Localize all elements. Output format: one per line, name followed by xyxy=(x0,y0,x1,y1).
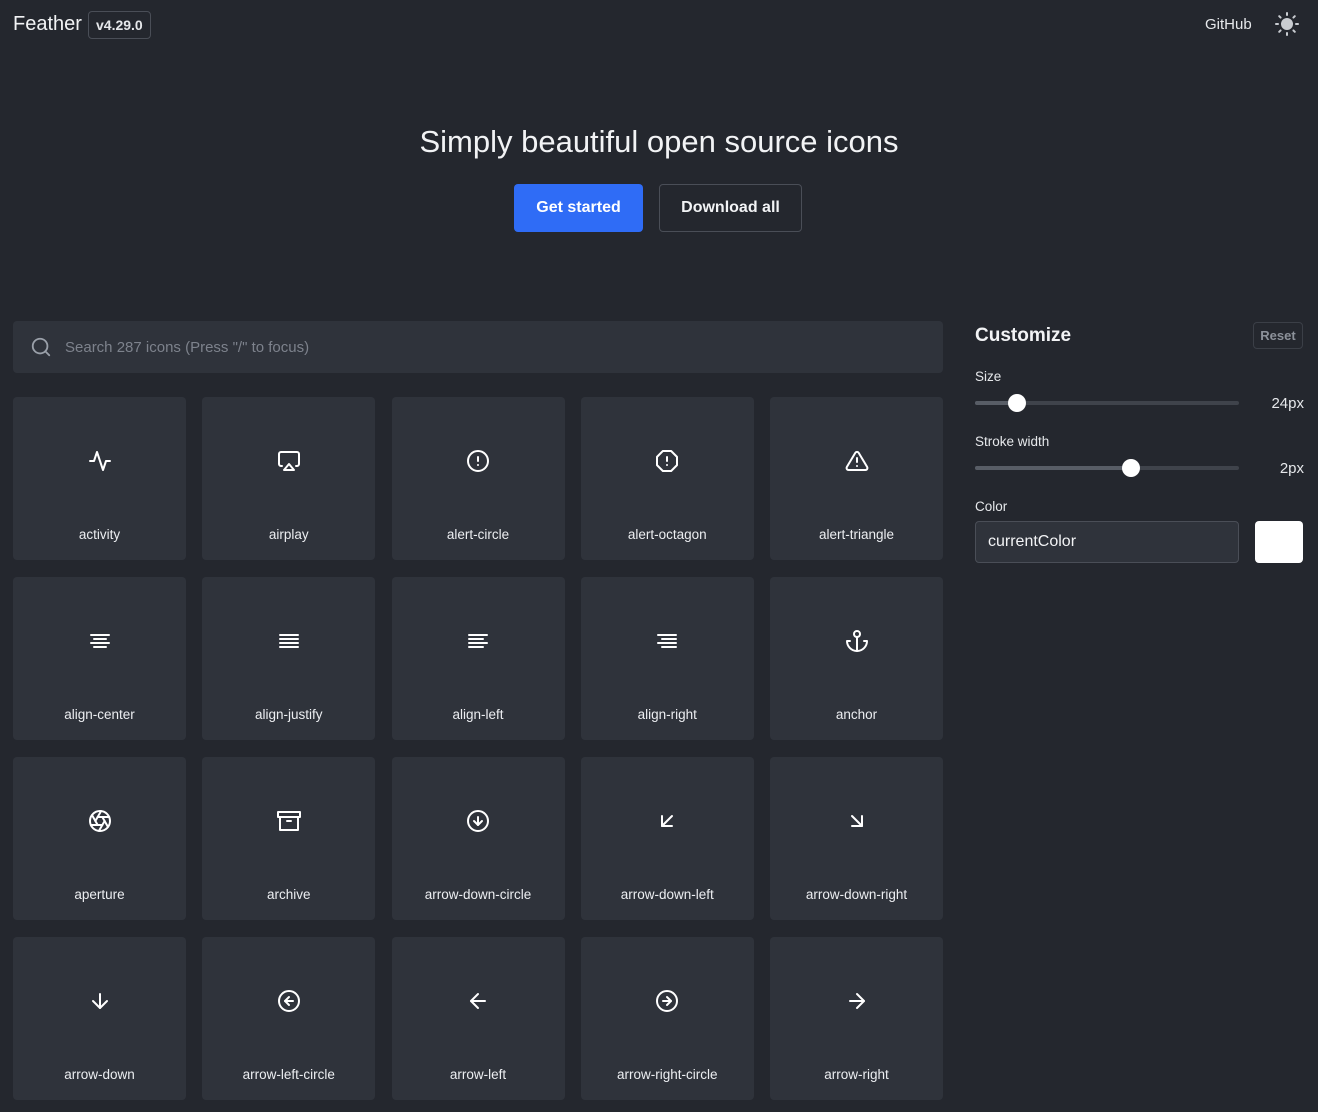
icon-label: arrow-right-circle xyxy=(616,1067,718,1082)
stroke-width-label: Stroke width xyxy=(975,434,1050,449)
icon-tile-align-left[interactable]: align-left xyxy=(391,577,565,740)
icon-label: arrow-left-circle xyxy=(242,1067,335,1082)
icon-grid: activity airplay alert-circle alert-octa… xyxy=(13,397,943,1100)
icon-label: align-right xyxy=(637,707,697,722)
search-icon xyxy=(31,337,51,357)
aperture-icon xyxy=(88,810,111,832)
icon-tile-anchor[interactable]: anchor xyxy=(770,577,943,740)
github-link[interactable]: GitHub xyxy=(1205,16,1252,33)
icon-tile-arrow-down-left[interactable]: arrow-down-left xyxy=(580,757,754,920)
stroke-width-value: 2px xyxy=(1279,460,1304,477)
icon-label: arrow-left xyxy=(449,1067,507,1082)
arrow-right-circle-icon xyxy=(656,990,679,1012)
stroke-width-slider-thumb[interactable] xyxy=(1121,459,1140,477)
stroke-width-slider-fill xyxy=(975,466,1131,470)
hero-title: Simply beautiful open source icons xyxy=(419,124,899,159)
icon-tile-aperture[interactable]: aperture xyxy=(13,757,186,920)
size-slider-thumb[interactable] xyxy=(1008,394,1027,412)
stroke-width-slider[interactable] xyxy=(975,459,1239,477)
size-value: 24px xyxy=(1271,395,1304,412)
theme-toggle-button[interactable] xyxy=(1274,11,1300,37)
reset-button[interactable]: Reset xyxy=(1253,322,1303,349)
align-right-icon xyxy=(657,634,678,648)
icon-label: align-left xyxy=(452,707,504,722)
icon-label: aperture xyxy=(74,887,125,902)
arrow-down-left-icon xyxy=(661,815,674,827)
search-bar xyxy=(13,321,943,373)
search-input[interactable] xyxy=(65,321,925,373)
icon-label: arrow-down-circle xyxy=(424,887,532,902)
alert-octagon-icon xyxy=(656,450,679,472)
icon-tile-arrow-right-circle[interactable]: arrow-right-circle xyxy=(580,937,754,1100)
icon-tile-activity[interactable]: activity xyxy=(13,397,186,560)
align-left-icon xyxy=(468,634,488,648)
icon-label: anchor xyxy=(835,707,878,722)
size-slider[interactable] xyxy=(975,394,1239,412)
alert-circle-icon xyxy=(467,450,489,472)
airplay-icon xyxy=(277,451,300,471)
arrow-left-icon xyxy=(470,993,486,1009)
icon-label: align-justify xyxy=(254,707,323,722)
arrow-left-circle-icon xyxy=(277,990,300,1012)
activity-icon xyxy=(88,451,111,471)
archive-icon xyxy=(276,811,301,831)
download-all-button[interactable]: Download all xyxy=(659,184,802,232)
icon-tile-arrow-right[interactable]: arrow-right xyxy=(770,937,943,1100)
arrow-down-icon xyxy=(91,993,108,1009)
icon-tile-arrow-down-circle[interactable]: arrow-down-circle xyxy=(391,757,565,920)
icon-label: arrow-right xyxy=(824,1067,889,1082)
top-bar: Feather v4.29.0 GitHub xyxy=(0,0,1318,50)
anchor-icon xyxy=(845,630,868,652)
align-center-icon xyxy=(89,634,110,648)
customize-title: Customize xyxy=(975,325,1072,346)
icon-label: arrow-down-right xyxy=(805,887,908,902)
icon-tile-archive[interactable]: archive xyxy=(202,757,376,920)
icon-label: alert-octagon xyxy=(627,527,707,542)
icon-label: alert-circle xyxy=(446,527,510,542)
icon-label: arrow-down xyxy=(64,1067,135,1082)
arrow-down-right-icon xyxy=(850,815,863,827)
icon-tile-arrow-left[interactable]: arrow-left xyxy=(391,937,565,1100)
icon-tile-align-center[interactable]: align-center xyxy=(13,577,186,740)
icon-label: airplay xyxy=(268,527,309,542)
icon-label: alert-triangle xyxy=(818,527,895,542)
icon-label: activity xyxy=(78,527,121,542)
color-input[interactable] xyxy=(975,521,1239,563)
size-label: Size xyxy=(975,369,1002,384)
sun-icon xyxy=(1275,12,1299,36)
arrow-down-circle-icon xyxy=(467,810,489,832)
brand-logo[interactable]: Feather xyxy=(13,13,82,36)
icon-tile-alert-triangle[interactable]: alert-triangle xyxy=(770,397,943,560)
icon-tile-alert-circle[interactable]: alert-circle xyxy=(391,397,565,560)
icon-label: align-center xyxy=(64,707,135,722)
alert-triangle-icon xyxy=(845,450,868,471)
icon-label: archive xyxy=(266,887,311,902)
icon-tile-align-justify[interactable]: align-justify xyxy=(202,577,376,740)
icon-tile-arrow-left-circle[interactable]: arrow-left-circle xyxy=(202,937,376,1100)
icon-tile-alert-octagon[interactable]: alert-octagon xyxy=(580,397,754,560)
get-started-button[interactable]: Get started xyxy=(514,184,643,232)
version-badge[interactable]: v4.29.0 xyxy=(88,11,151,39)
color-label: Color xyxy=(975,499,1008,514)
arrow-right-icon xyxy=(848,993,865,1009)
align-justify-icon xyxy=(278,634,299,648)
icon-tile-airplay[interactable]: airplay xyxy=(202,397,376,560)
icon-tile-arrow-down[interactable]: arrow-down xyxy=(13,937,186,1100)
icon-label: arrow-down-left xyxy=(620,887,714,902)
icon-tile-arrow-down-right[interactable]: arrow-down-right xyxy=(770,757,943,920)
icon-tile-align-right[interactable]: align-right xyxy=(580,577,754,740)
color-swatch[interactable] xyxy=(1255,521,1303,563)
